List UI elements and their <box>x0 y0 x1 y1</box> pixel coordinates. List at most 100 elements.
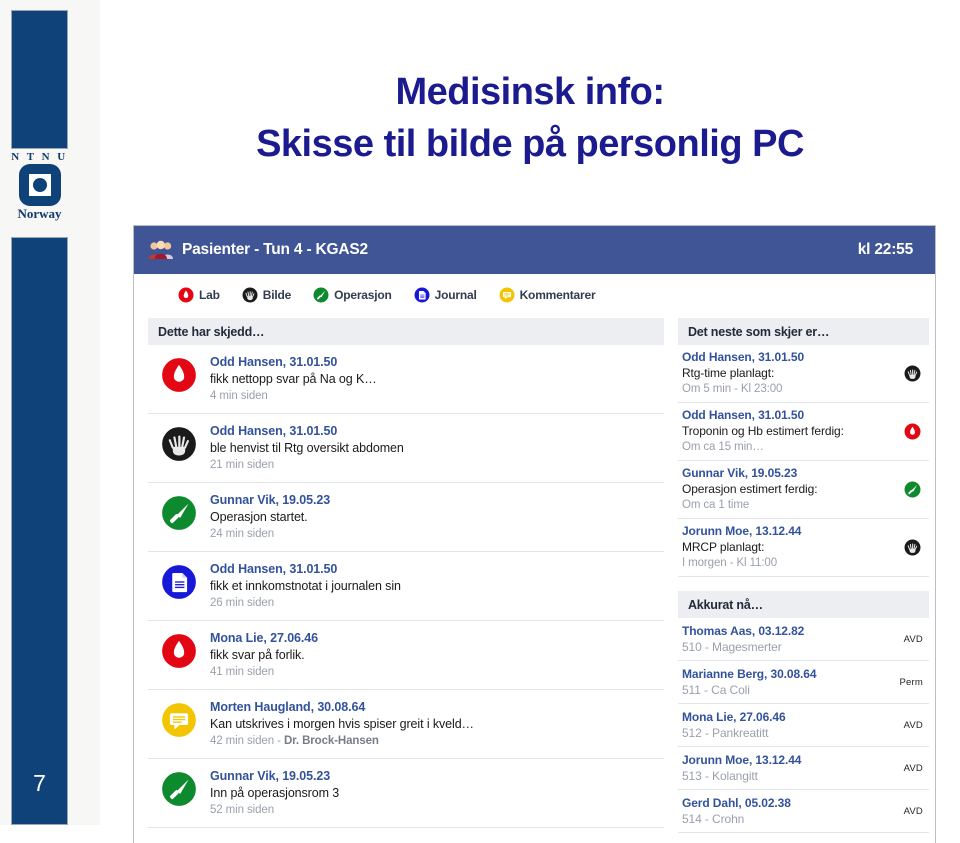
feed-row-time: 4 min siden <box>210 388 664 405</box>
status-badge: AVD <box>903 805 923 817</box>
title-line-1: Medisinsk info: <box>395 71 665 113</box>
scalpel-icon <box>895 481 929 498</box>
upcoming-row[interactable]: Odd Hansen, 31.01.50 Troponin og Hb estim… <box>677 403 929 461</box>
feed-row-time: 41 min siden <box>210 664 664 681</box>
now-row-info: 510 - Magesmerter <box>681 640 782 654</box>
feed-row-patient: Odd Hansen, 31.01.50 <box>210 424 338 438</box>
blood-drop-icon <box>178 287 194 303</box>
document-icon <box>414 287 430 303</box>
feed-row-description: Inn på operasjonsrom 3 <box>210 786 340 800</box>
feed-row-time-value: 41 min siden <box>210 666 275 678</box>
feed-row-author: Dr. Brock-Hansen <box>283 735 379 747</box>
now-row-info: 512 - Pankreatitt <box>681 726 769 740</box>
now-row-text: Gerd Dahl, 05.02.38 514 - Crohn <box>682 795 904 827</box>
app-header-title: Pasienter - Tun 4 - KGAS2 <box>182 241 368 258</box>
feed-row-description: Operasjon startet. <box>210 510 308 524</box>
toolbar-item-kommentarer[interactable]: Kommentarer <box>499 287 596 303</box>
feed-row-time: 52 min siden <box>210 802 664 819</box>
feed-row-time-value: 42 min siden - <box>210 735 284 747</box>
upcoming-row[interactable]: Gunnar Vik, 19.05.23 Operasjon estimert f… <box>677 461 929 519</box>
document-icon <box>148 561 210 600</box>
feed-row-patient: Morten Haugland, 30.08.64 <box>210 700 366 714</box>
toolbar-item-journal[interactable]: Journal <box>414 287 477 303</box>
feed-row-description: fikk nettopp svar på Na og K… <box>210 372 377 386</box>
feed-row-time-value: 26 min siden <box>210 597 275 609</box>
feed-row-time-value: 52 min siden <box>210 804 275 816</box>
upcoming-row-patient: Odd Hansen, 31.01.50 <box>681 408 805 422</box>
upcoming-row[interactable]: Jorunn Moe, 13.12.44 MRCP planlagt: I morg… <box>677 519 929 577</box>
app-header-clock: kl 22:55 <box>857 241 913 258</box>
app-header: Pasienter - Tun 4 - KGAS2 kl 22:55 <box>134 226 935 274</box>
brand-stripe-top <box>11 10 68 149</box>
scalpel-icon <box>313 287 329 303</box>
feed-row-time-value: 24 min siden <box>210 528 275 540</box>
blood-drop-icon <box>148 630 210 669</box>
upcoming-row-text: Gunnar Vik, 19.05.23 Operasjon estimert f… <box>678 465 895 513</box>
upcoming-row-text: Odd Hansen, 31.01.50 Troponin og Hb estim… <box>678 407 895 455</box>
toolbar-item-label: Operasjon <box>334 288 392 302</box>
toolbar-item-bilde[interactable]: Bilde <box>242 287 291 303</box>
feed-row[interactable]: Mona Lie, 27.06.46 fikk svar på forlik. 41… <box>148 621 664 690</box>
xray-hand-icon <box>242 287 258 303</box>
toolbar-item-operasjon[interactable]: Operasjon <box>313 287 392 303</box>
now-row[interactable]: Mona Lie, 27.06.46 512 - Pankreatitt AVD <box>677 704 929 747</box>
feed-row-time: 21 min siden <box>210 457 664 474</box>
slide-sidebar: N T N U Norway 7 <box>0 0 100 825</box>
feed-row-description: fikk et innkomstnotat i journalen sin <box>210 579 401 593</box>
toolbar-item-lab[interactable]: Lab <box>178 287 220 303</box>
upcoming-row-description: MRCP planlagt: <box>681 540 765 554</box>
now-row-patient: Gerd Dahl, 05.02.38 <box>681 796 791 810</box>
feed-row-text: Odd Hansen, 31.01.50 ble henvist til Rtg … <box>210 423 664 474</box>
blood-drop-icon <box>148 354 210 393</box>
now-row-info: 511 - Ca Coli <box>681 683 750 697</box>
page-number: 7 <box>33 770 46 796</box>
upcoming-row-patient: Gunnar Vik, 19.05.23 <box>681 466 798 480</box>
comment-icon <box>148 699 210 738</box>
now-row[interactable]: Thomas Aas, 03.12.82 510 - Magesmerter AVD <box>677 618 929 661</box>
now-row[interactable]: Gerd Dahl, 05.02.38 514 - Crohn AVD <box>677 790 929 833</box>
app-toolbar: Lab Bilde Operasjon Journal Kommentarer <box>134 274 935 316</box>
status-badge: Perm <box>899 676 923 688</box>
scalpel-icon <box>148 492 210 531</box>
now-row-patient: Thomas Aas, 03.12.82 <box>681 624 805 638</box>
column-happened: Dette har skjedd… Odd Hansen, 31.01.50 fi… <box>148 318 664 833</box>
section-header-happened: Dette har skjedd… <box>148 318 664 345</box>
upcoming-row-description: Troponin og Hb estimert ferdig: <box>681 424 844 438</box>
feed-row-time: 24 min siden <box>210 526 664 543</box>
feed-row[interactable]: Morten Haugland, 30.08.64 Kan utskrives i… <box>148 690 664 759</box>
xray-hand-icon <box>148 423 210 462</box>
scalpel-icon <box>148 768 210 807</box>
toolbar-item-label: Bilde <box>262 288 292 302</box>
now-row-info: 513 - Kolangitt <box>681 769 758 783</box>
feed-row[interactable]: Gunnar Vik, 19.05.23 Inn på operasjonsrom… <box>148 759 664 828</box>
feed-row-patient: Mona Lie, 27.06.46 <box>210 631 318 645</box>
feed-row-patient: Gunnar Vik, 19.05.23 <box>210 769 331 783</box>
upcoming-row-text: Jorunn Moe, 13.12.44 MRCP planlagt: I morg… <box>678 523 895 571</box>
column-upcoming: Det neste som skjer er… Odd Hansen, 31.0… <box>677 318 929 833</box>
upcoming-row-patient: Jorunn Moe, 13.12.44 <box>681 524 802 538</box>
ntnu-logo: N T N U Norway <box>11 149 68 237</box>
now-row[interactable]: Jorunn Moe, 13.12.44 513 - Kolangitt AVD <box>677 747 929 790</box>
now-row-patient: Mona Lie, 27.06.46 <box>681 710 786 724</box>
feed-row-text: Gunnar Vik, 19.05.23 Operasjon startet. 24… <box>210 492 664 543</box>
upcoming-row-description: Operasjon estimert ferdig: <box>681 482 818 496</box>
now-row[interactable]: Marianne Berg, 30.08.64 511 - Ca Coli Perm <box>677 661 929 704</box>
feed-row-text: Odd Hansen, 31.01.50 fikk et innkomstnota… <box>210 561 664 612</box>
now-row-text: Thomas Aas, 03.12.82 510 - Magesmerter <box>682 623 904 655</box>
page-title: Medisinsk info: Skisse til bilde på pers… <box>110 66 950 170</box>
upcoming-row-text: Odd Hansen, 31.01.50 Rtg-time planlagt: Om… <box>678 349 895 397</box>
upcoming-row-time: Om 5 min - Kl 23:00 <box>681 383 783 395</box>
feed-row[interactable]: Odd Hansen, 31.01.50 ble henvist til Rtg … <box>148 414 664 483</box>
feed-row[interactable]: Odd Hansen, 31.01.50 fikk nettopp svar på… <box>148 345 664 414</box>
section-now: Akkurat nå… Thomas Aas, 03.12.82 510 - Ma… <box>677 591 929 833</box>
feed-row-patient: Gunnar Vik, 19.05.23 <box>210 493 331 507</box>
upcoming-list: Odd Hansen, 31.01.50 Rtg-time planlagt: Om… <box>677 345 929 577</box>
feed-row-text: Odd Hansen, 31.01.50 fikk nettopp svar på… <box>210 354 664 405</box>
section-header-upcoming: Det neste som skjer er… <box>677 318 929 345</box>
upcoming-row[interactable]: Odd Hansen, 31.01.50 Rtg-time planlagt: Om… <box>677 345 929 403</box>
now-row-text: Jorunn Moe, 13.12.44 513 - Kolangitt <box>682 752 904 784</box>
feed-row-text: Mona Lie, 27.06.46 fikk svar på forlik. 41… <box>210 630 664 681</box>
feed-row[interactable]: Odd Hansen, 31.01.50 fikk et innkomstnota… <box>148 552 664 621</box>
feed-row[interactable]: Gunnar Vik, 19.05.23 Operasjon startet. 24… <box>148 483 664 552</box>
xray-hand-icon <box>895 365 929 382</box>
